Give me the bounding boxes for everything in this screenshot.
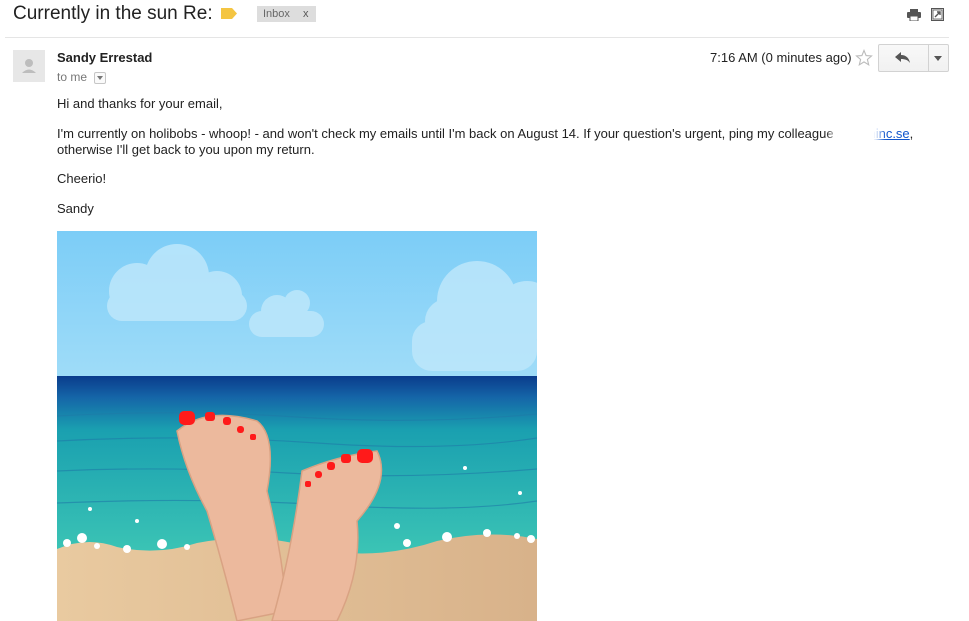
- remove-label-button[interactable]: x: [303, 6, 309, 22]
- redaction-blur: [838, 108, 874, 156]
- new-window-icon[interactable]: [931, 8, 944, 21]
- inbox-label-chip[interactable]: Inbox x: [257, 6, 316, 22]
- reply-button-group: [878, 44, 949, 72]
- header-divider: [5, 37, 949, 38]
- reply-icon: [895, 52, 910, 63]
- signoff-text: Cheerio!: [57, 171, 107, 186]
- inbox-label-text: Inbox: [263, 8, 290, 20]
- signature-text: Sandy: [57, 201, 94, 216]
- reply-button[interactable]: [879, 45, 929, 71]
- recipient-line: to me: [57, 70, 88, 84]
- details-dropdown-button[interactable]: [94, 72, 106, 84]
- body-paragraph: I'm currently on holibobs - whoop! - and…: [57, 126, 937, 158]
- sender-name[interactable]: Sandy Errestad: [57, 50, 152, 65]
- avatar-icon: [13, 50, 45, 82]
- print-icon[interactable]: [907, 9, 921, 21]
- subject-bar: Currently in the sun Re: Inbox x: [0, 0, 969, 36]
- greeting-text: Hi and thanks for your email,: [57, 96, 223, 111]
- body-text-part1: I'm currently on holibobs - whoop! - and…: [57, 126, 852, 141]
- message-timestamp: 7:16 AM (0 minutes ago): [710, 50, 852, 65]
- label-tag-icon[interactable]: [221, 8, 237, 19]
- chevron-down-icon: [934, 56, 942, 61]
- more-actions-button[interactable]: [929, 45, 948, 71]
- star-icon[interactable]: [855, 49, 873, 67]
- email-subject: Currently in the sun Re:: [13, 3, 213, 24]
- beach-feet-illustration: [57, 231, 537, 621]
- chevron-down-icon: [97, 76, 103, 80]
